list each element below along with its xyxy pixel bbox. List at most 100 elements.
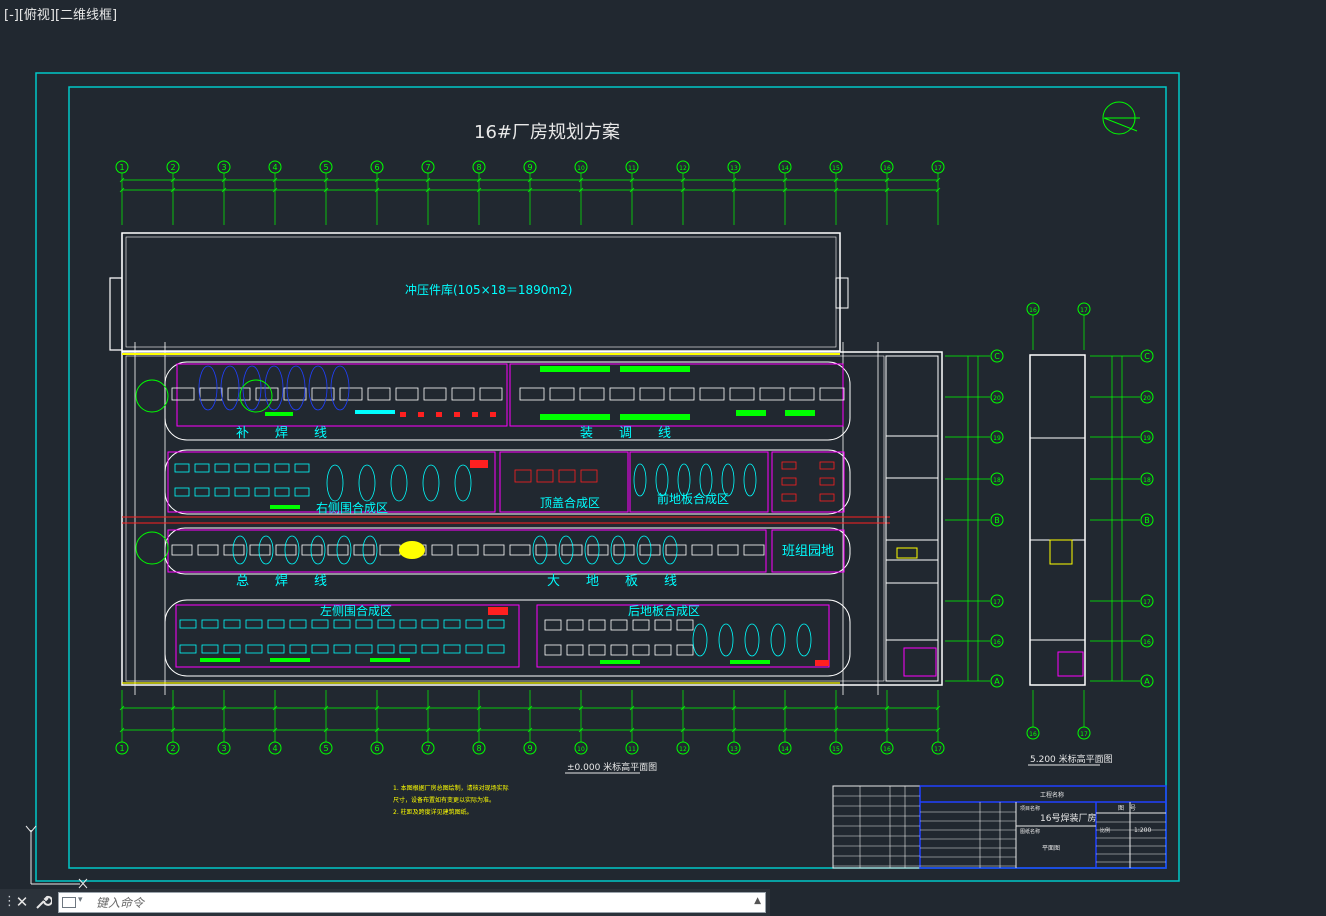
station (588, 644, 606, 656)
station-fixture (355, 410, 395, 414)
station (544, 619, 562, 631)
station (549, 387, 575, 401)
ucs-axis-icon (25, 825, 88, 889)
robot-cell (326, 464, 344, 502)
axis-bubble-right: 19 (990, 430, 1004, 444)
svg-text:4: 4 (272, 744, 277, 753)
axis-bubble-right: C (990, 349, 1004, 363)
axis-bubble-top: 1 (115, 160, 129, 174)
station (194, 463, 210, 473)
svg-text:8: 8 (476, 744, 481, 753)
zone-label-right-side: 右侧围合成区 (316, 500, 388, 515)
command-line-bar: ⋮ ✕ ▾ ▲ (0, 889, 770, 916)
chevron-down-icon[interactable]: ▾ (78, 895, 83, 905)
station (465, 644, 483, 654)
dimension-lines (119, 177, 1123, 733)
svg-text:9: 9 (527, 744, 532, 753)
axis-bubble-bottom: 14 (778, 741, 792, 755)
station (255, 387, 279, 401)
svg-text:19: 19 (993, 435, 1001, 442)
command-input-box[interactable]: ▾ ▲ (58, 892, 766, 913)
axis-bubble-right: A (990, 674, 1004, 688)
axis-bubble-top: 14 (778, 160, 792, 174)
history-up-icon[interactable]: ▲ (754, 896, 761, 906)
station (676, 644, 694, 656)
svg-text:11: 11 (628, 165, 636, 172)
wrench-icon[interactable] (34, 893, 53, 911)
robot-cell (284, 535, 300, 565)
station (669, 387, 695, 401)
station (355, 619, 373, 629)
station (610, 619, 628, 631)
station (487, 644, 505, 654)
axis-bubble-top: 3 (217, 160, 231, 174)
station (174, 463, 190, 473)
axis-bubble-bottom: 6 (370, 741, 384, 755)
robot-cell (584, 535, 600, 565)
station-fixture (265, 412, 293, 416)
zone-label-team-area: 班组园地 (782, 544, 834, 559)
axis-bubble-right: B (990, 513, 1004, 527)
title-block: 工程名称 图 号 项目名称 16号焊装厂房 图纸名称 平面图 比例 1:200 (832, 785, 1167, 869)
station (201, 644, 219, 654)
station (781, 477, 797, 486)
office-rooms (885, 355, 939, 682)
general-notes: 1. 本图根据厂房总图绘制，请核对现场实际 尺寸，设备布置如有变更以实际为准。 … (393, 784, 509, 816)
station (245, 619, 263, 629)
station (367, 387, 391, 401)
station-fixture (418, 412, 424, 417)
station-fixture (600, 660, 640, 664)
station (377, 644, 395, 654)
svg-text:13: 13 (730, 746, 738, 753)
station (632, 644, 650, 656)
svg-text:项目名称: 项目名称 (1020, 805, 1040, 812)
station-fixture (540, 414, 610, 420)
robot-cell (422, 464, 440, 502)
station (443, 619, 461, 629)
svg-text:图纸名称: 图纸名称 (1020, 828, 1040, 835)
svg-text:17: 17 (993, 599, 1001, 606)
station (587, 544, 609, 556)
station (819, 387, 845, 401)
turntable (135, 379, 169, 413)
svg-text:3: 3 (221, 744, 226, 753)
svg-text:A: A (994, 677, 1000, 686)
svg-text:B: B (1144, 516, 1150, 525)
station (249, 544, 271, 556)
station-fixture (730, 660, 770, 664)
robot-cell (718, 623, 734, 657)
station (558, 469, 576, 483)
close-icon[interactable]: ✕ (14, 893, 30, 911)
station (536, 469, 554, 483)
axis-bubble-top: 16 (880, 160, 894, 174)
zone-label-front-floor: 前地板合成区 (657, 491, 729, 506)
station (665, 544, 687, 556)
svg-text:16: 16 (883, 165, 891, 172)
axis-bubble-mezz-bottom: 16 (1026, 726, 1040, 740)
station (699, 387, 725, 401)
station (301, 544, 323, 556)
station (457, 544, 479, 556)
svg-text:2: 2 (170, 163, 175, 172)
cad-drawing-canvas[interactable]: 16#厂房规划方案 1 2 3 4 5 6 7 8 9 10 11 12 13 14 15 16 17 1234… (0, 0, 1326, 889)
robot-cell (636, 535, 652, 565)
station-fixture (200, 658, 240, 662)
main-plant-outline (121, 342, 943, 695)
axis-bubble-mezz-right: 18 (1140, 472, 1154, 486)
station-fixture (270, 505, 300, 509)
svg-text:16: 16 (1143, 639, 1151, 646)
svg-text:C: C (1144, 352, 1150, 361)
svg-text:6: 6 (374, 163, 379, 172)
station (691, 544, 713, 556)
svg-text:1: 1 (119, 744, 124, 753)
station-fixture (454, 412, 460, 417)
station (333, 644, 351, 654)
axis-bubble-top: 2 (166, 160, 180, 174)
station-fixture (620, 414, 690, 420)
command-input[interactable] (96, 896, 736, 910)
station (781, 461, 797, 470)
svg-text:15: 15 (832, 165, 840, 172)
station (254, 463, 270, 473)
svg-text:B: B (994, 516, 1000, 525)
command-prompt-icon[interactable] (62, 897, 76, 908)
